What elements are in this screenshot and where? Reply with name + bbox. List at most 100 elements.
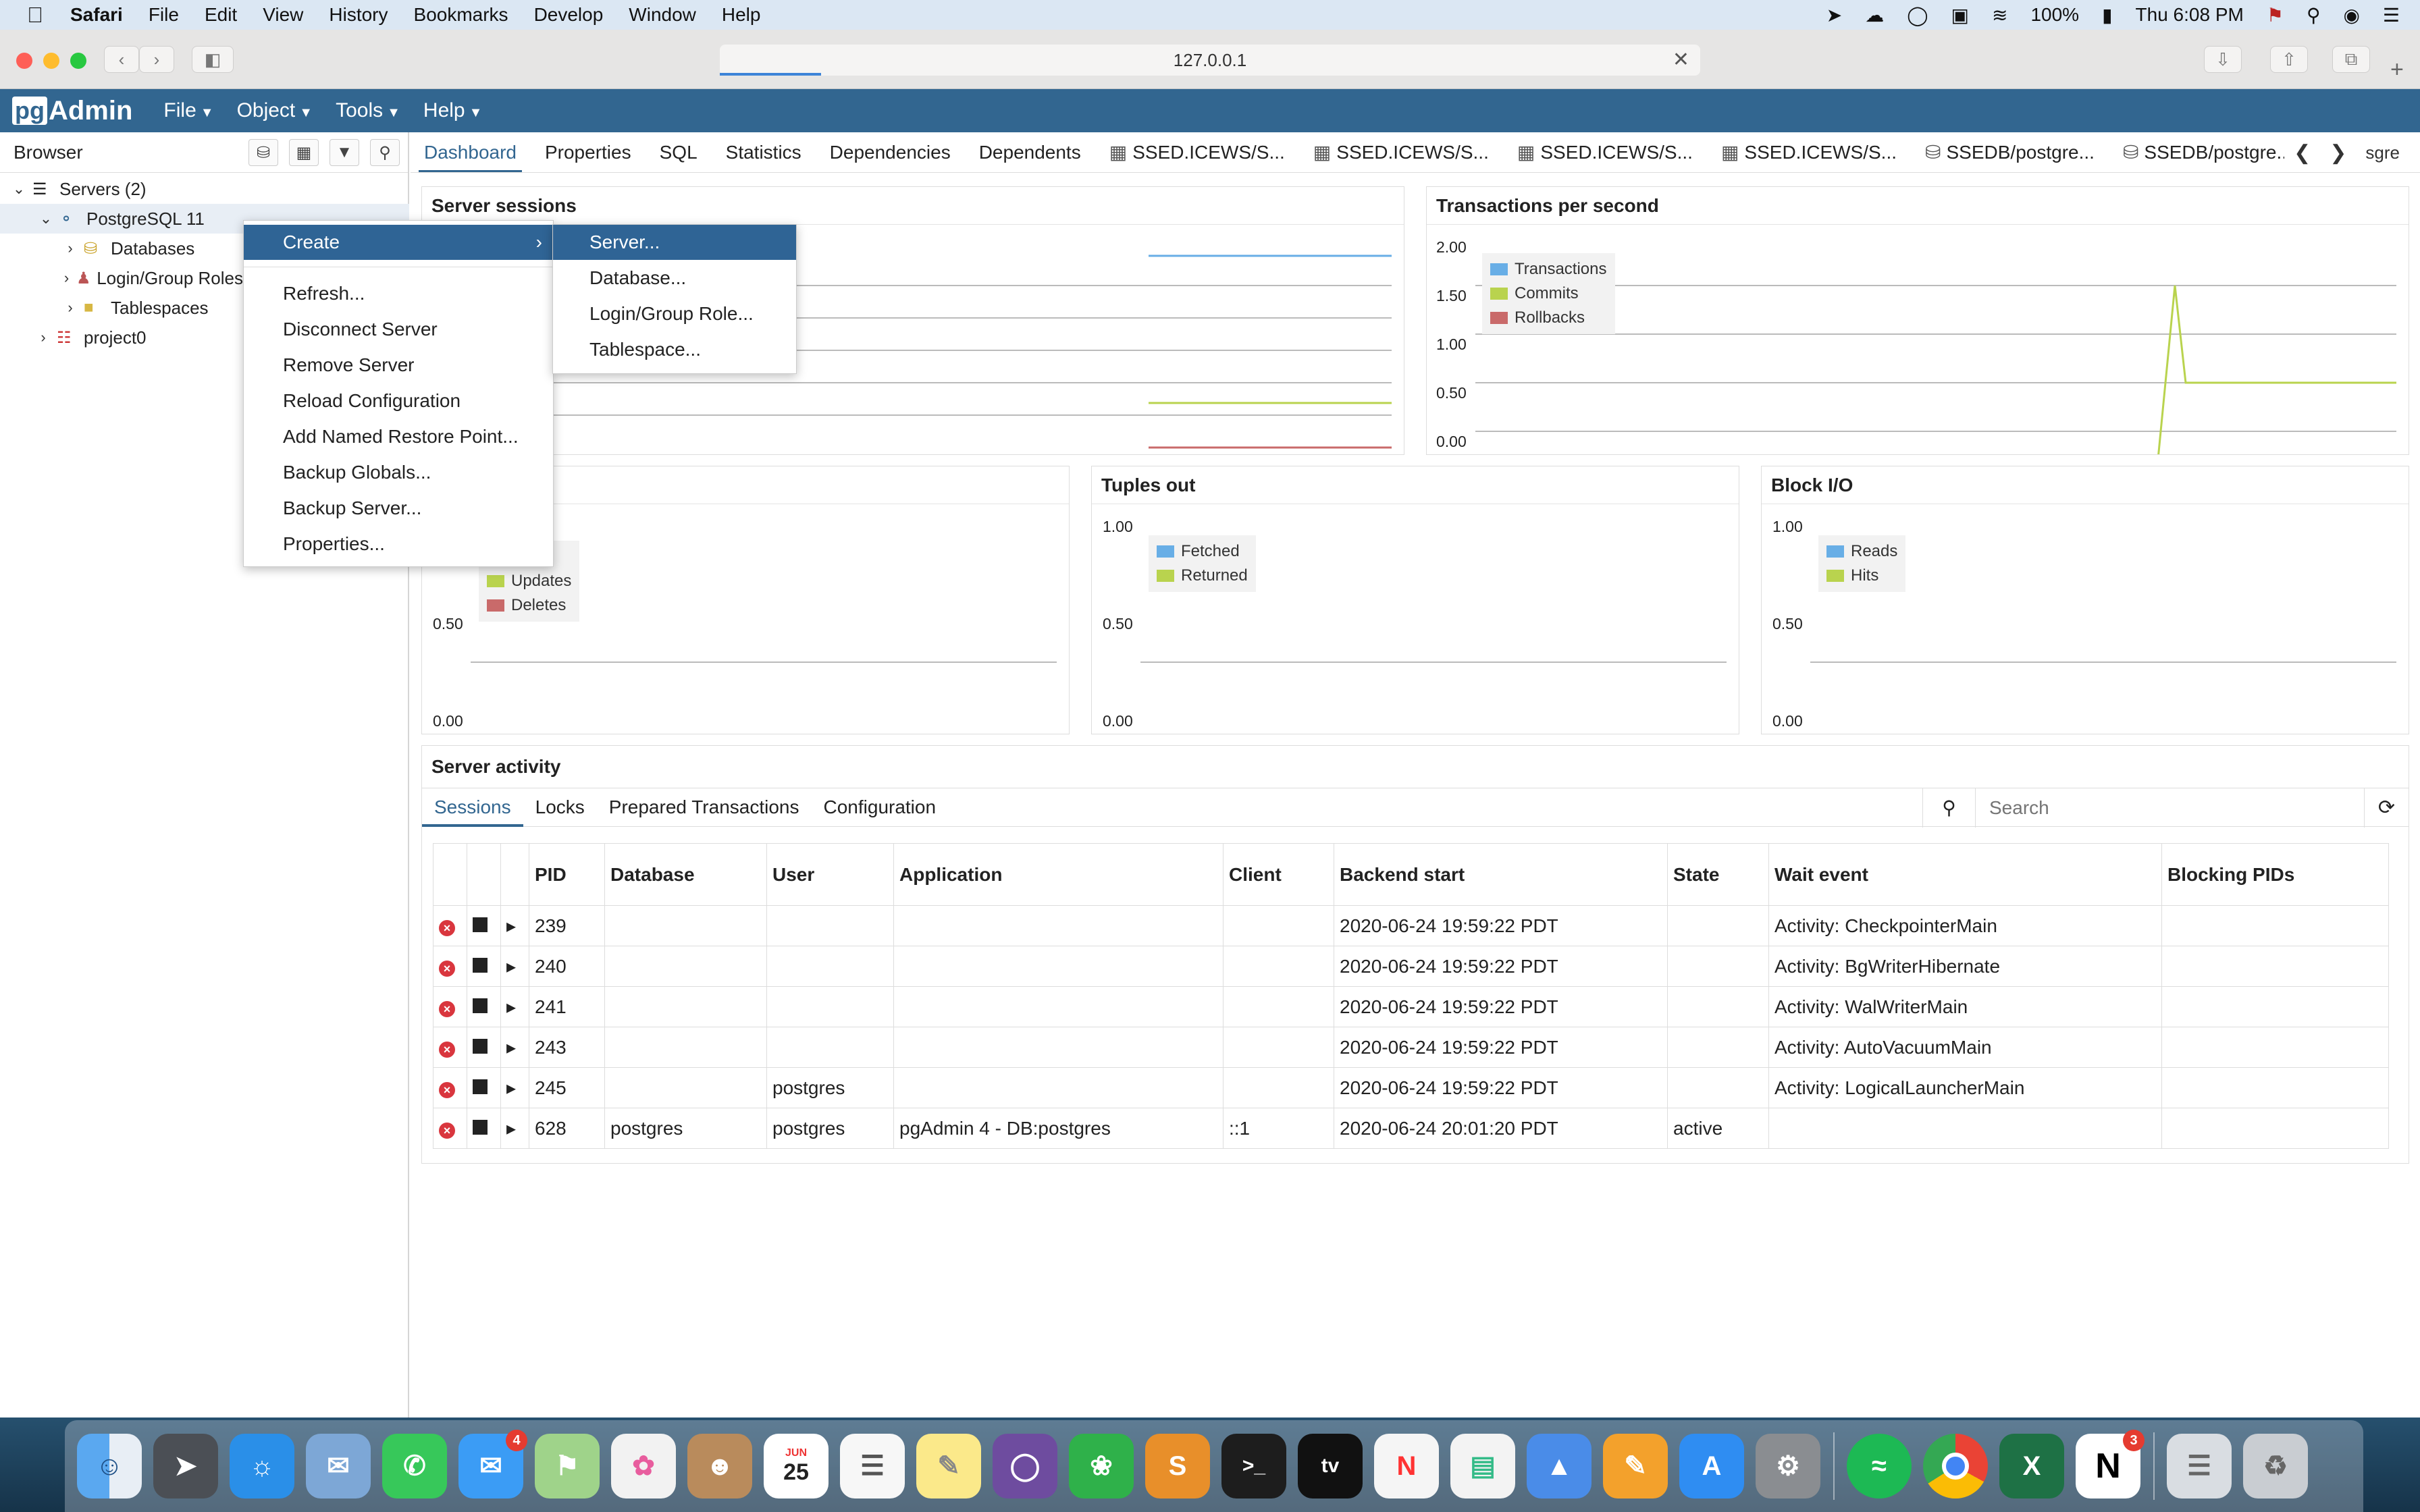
share-icon[interactable]: ⇧ (2270, 46, 2308, 73)
contacts-icon[interactable]: ☻ (687, 1434, 752, 1498)
chevron-right-icon[interactable]: › (30, 329, 57, 346)
column-header-application[interactable]: Application (893, 843, 1224, 906)
address-bar[interactable]: 127.0.0.1 ✕ (720, 45, 1700, 76)
refresh-icon[interactable]: ⟳ (2364, 788, 2409, 828)
close-window-button[interactable] (16, 53, 32, 69)
spotlight-search-icon[interactable]: ⚲ (2307, 4, 2321, 26)
expand-row-button[interactable]: ▸ (500, 986, 529, 1027)
news-icon[interactable]: N (1374, 1434, 1439, 1498)
menu-item-remove-server[interactable]: Remove Server (244, 348, 553, 383)
filter-icon[interactable]: ▼ (330, 139, 359, 166)
airplay-icon[interactable]: ▣ (1951, 4, 1969, 26)
terminate-session-button[interactable]: × (433, 946, 467, 987)
cancel-query-button[interactable] (467, 1027, 501, 1068)
launchpad-icon[interactable]: ➤ (153, 1434, 218, 1498)
menubar-item-develop[interactable]: Develop (534, 4, 604, 26)
notes-icon[interactable]: ✎ (916, 1434, 981, 1498)
tab-overflow-label[interactable]: sgre (2365, 142, 2400, 163)
menu-item-backup-server[interactable]: Backup Server... (244, 491, 553, 526)
tab-overview-icon[interactable]: ⧉ (2332, 46, 2370, 73)
evernote-icon[interactable]: ❀ (1069, 1434, 1134, 1498)
terminate-session-button[interactable]: × (433, 986, 467, 1027)
terminate-session-button[interactable]: × (433, 1108, 467, 1149)
expand-row-button[interactable]: ▸ (500, 905, 529, 946)
sidebar-toggle-icon[interactable]: ◧ (192, 46, 234, 73)
terminate-session-button[interactable]: × (433, 905, 467, 946)
chevron-right-icon[interactable]: ❯ (2330, 141, 2346, 165)
app-store-icon[interactable]: A (1679, 1434, 1744, 1498)
cancel-query-button[interactable] (467, 986, 501, 1027)
tab-dependencies[interactable]: Dependencies (830, 132, 951, 172)
column-header-database[interactable]: Database (604, 843, 767, 906)
back-arrow-icon[interactable]: ‹ (104, 46, 139, 73)
expand-row-button[interactable]: ▸ (500, 1027, 529, 1068)
messages-icon[interactable]: ✉ 4 (458, 1430, 527, 1498)
tree-node-servers[interactable]: ⌄ ☰ Servers (2) (5, 174, 147, 204)
table-row[interactable]: × ▸ 239 2020-06-24 19:59:22 PDT Activity… (433, 905, 2389, 946)
expand-row-button[interactable]: ▸ (500, 1067, 529, 1108)
tab-query-2[interactable]: ▦ SSED.ICEWS/S... (1313, 132, 1489, 172)
tab-query-1[interactable]: ▦ SSED.ICEWS/S... (1109, 132, 1285, 172)
cancel-query-button[interactable] (467, 946, 501, 987)
cloud-icon[interactable]: ☁ (1865, 4, 1884, 26)
menubar-app-name[interactable]: Safari (70, 4, 123, 26)
menubar-item-view[interactable]: View (263, 4, 303, 26)
tab-sessions[interactable]: Sessions (422, 788, 523, 827)
nav-menu-object[interactable]: Object ▼ (237, 99, 313, 122)
forward-arrow-icon[interactable]: › (139, 46, 174, 73)
tab-configuration[interactable]: Configuration (812, 788, 949, 827)
tab-locks[interactable]: Locks (523, 788, 597, 827)
menu-item-reload-configuration[interactable]: Reload Configuration (244, 383, 553, 418)
chevron-right-icon[interactable]: › (57, 240, 84, 257)
tab-query-4[interactable]: ▦ SSED.ICEWS/S... (1721, 132, 1897, 172)
location-icon[interactable]: ➤ (1826, 4, 1842, 26)
stop-loading-icon[interactable]: ✕ (1673, 45, 1689, 76)
safari-icon[interactable]: ☼ (230, 1434, 294, 1498)
tree-node-databases[interactable]: › ⛁ Databases (57, 234, 194, 263)
menubar-clock[interactable]: Thu 6:08 PM (2136, 4, 2244, 26)
flag-icon[interactable]: ⚑ (2267, 4, 2284, 26)
apple-menu-icon[interactable]:  (27, 3, 43, 28)
nav-menu-file[interactable]: File ▼ (163, 99, 213, 122)
menubar-item-edit[interactable]: Edit (205, 4, 237, 26)
database-icon[interactable]: ⛁ (248, 139, 278, 166)
zoom-window-button[interactable] (70, 53, 86, 69)
column-header-blocking-pids[interactable]: Blocking PIDs (2161, 843, 2389, 906)
table-view-icon[interactable]: ▦ (289, 139, 319, 166)
menubar-item-help[interactable]: Help (722, 4, 761, 26)
submenu-item-tablespace[interactable]: Tablespace... (553, 332, 796, 367)
documents-stack-icon[interactable]: ☰ (2167, 1434, 2232, 1498)
column-header-pid[interactable]: PID (529, 843, 605, 906)
table-row[interactable]: × ▸ 628 postgres postgres pgAdmin 4 - DB… (433, 1108, 2389, 1149)
cancel-query-button[interactable] (467, 1067, 501, 1108)
calendar-icon[interactable]: JUN 25 (764, 1434, 828, 1498)
search-input[interactable] (1976, 797, 2354, 819)
nav-menu-help[interactable]: Help ▼ (423, 99, 483, 122)
chevron-down-icon[interactable]: ⌄ (32, 210, 59, 227)
chevron-down-icon[interactable]: ⌄ (5, 180, 32, 198)
photos-icon[interactable]: ✿ (611, 1434, 676, 1498)
reminders-icon[interactable]: ☰ (840, 1434, 905, 1498)
notion-icon[interactable]: N3 (2076, 1430, 2145, 1498)
keynote-icon[interactable]: ▲ (1527, 1434, 1592, 1498)
excel-icon[interactable]: X (1999, 1434, 2064, 1498)
tab-properties[interactable]: Properties (545, 132, 631, 172)
spotify-icon[interactable]: ≈ (1847, 1434, 1912, 1498)
system-preferences-icon[interactable]: ⚙ (1756, 1434, 1820, 1498)
column-header-backend-start[interactable]: Backend start (1334, 843, 1668, 906)
search-icon[interactable]: ⚲ (370, 139, 400, 166)
chrome-icon[interactable] (1923, 1434, 1988, 1498)
tab-query-5[interactable]: ⛁ SSEDB/postgre... (1925, 132, 2095, 172)
expand-row-button[interactable]: ▸ (500, 1108, 529, 1149)
expand-row-button[interactable]: ▸ (500, 946, 529, 987)
notification-center-icon[interactable]: ☰ (2383, 4, 2400, 26)
finder-icon[interactable]: ☺ (77, 1434, 142, 1498)
downloads-icon[interactable]: ⇩ (2204, 46, 2242, 73)
menu-item-properties[interactable]: Properties... (244, 526, 553, 562)
column-header-state[interactable]: State (1667, 843, 1769, 906)
table-row[interactable]: × ▸ 241 2020-06-24 19:59:22 PDT Activity… (433, 986, 2389, 1027)
chevron-right-icon[interactable]: › (57, 299, 84, 317)
github-desktop-icon[interactable]: ◯ (993, 1434, 1057, 1498)
github-icon[interactable]: ◯ (1907, 4, 1928, 26)
tab-dependents[interactable]: Dependents (979, 132, 1081, 172)
